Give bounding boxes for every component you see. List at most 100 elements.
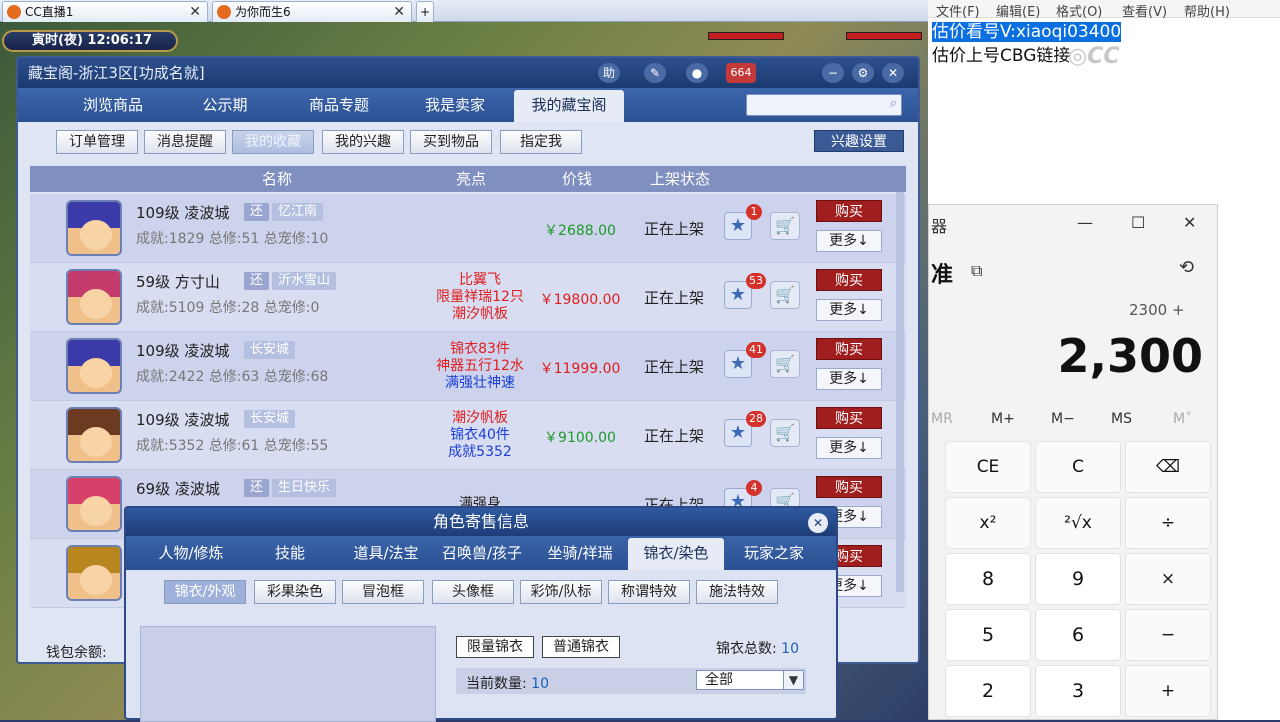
chevron-down-icon: ▼: [783, 671, 803, 689]
search-input[interactable]: ⌕: [746, 94, 902, 116]
help-button[interactable]: 助: [598, 63, 620, 83]
cart-icon[interactable]: 🛒: [770, 350, 800, 378]
plus-button[interactable]: +: [1125, 665, 1211, 717]
scrollbar[interactable]: [896, 192, 904, 592]
more-button[interactable]: 更多↓: [816, 230, 882, 252]
edit-icon[interactable]: ✎: [644, 63, 666, 83]
subtab-title-effect[interactable]: 称谓特效: [608, 580, 690, 604]
my-favorites-button[interactable]: 我的收藏: [232, 130, 314, 154]
minus-button[interactable]: −: [1125, 609, 1211, 661]
settings-icon[interactable]: ⚙: [852, 63, 874, 83]
subtab-dye[interactable]: 彩果染色: [254, 580, 336, 604]
history-icon[interactable]: ⟲: [1179, 257, 1194, 278]
buy-button[interactable]: 购买: [816, 269, 882, 291]
memory-list-button[interactable]: M˅: [1173, 411, 1192, 427]
tab-browse[interactable]: 浏览商品: [58, 90, 168, 122]
buy-button[interactable]: 购买: [816, 476, 882, 498]
listing-status: 正在上架: [644, 289, 705, 307]
my-interests-button[interactable]: 我的兴趣: [322, 130, 404, 154]
digit-9-button[interactable]: 9: [1035, 553, 1121, 605]
table-row[interactable]: 109级 凌波城还忆江南 成就:1829 总修:51 总宠修:10 ￥2688.00…: [30, 194, 906, 263]
message-count-badge[interactable]: 664: [726, 63, 756, 83]
digit-5-button[interactable]: 5: [945, 609, 1031, 661]
memory-recall-button[interactable]: MR: [931, 411, 953, 427]
subtab-avatar-frame[interactable]: 头像框: [432, 580, 514, 604]
close-icon[interactable]: ✕: [1183, 213, 1196, 232]
maximize-icon[interactable]: ☐: [1131, 213, 1145, 232]
record-icon[interactable]: ●: [686, 63, 708, 83]
subtab-team-badge[interactable]: 彩饰/队标: [520, 580, 602, 604]
character-avatar: [66, 269, 122, 325]
divide-button[interactable]: ÷: [1125, 497, 1211, 549]
memory-subtract-button[interactable]: M−: [1051, 411, 1075, 427]
bought-items-button[interactable]: 买到物品: [410, 130, 492, 154]
tab-outfits[interactable]: 锦衣/染色: [628, 538, 724, 570]
tab-pets[interactable]: 召唤兽/孩子: [432, 538, 532, 570]
minimize-icon[interactable]: −: [822, 63, 844, 83]
normal-outfit-button[interactable]: 普通锦衣: [542, 636, 620, 658]
app-icon: [217, 5, 231, 19]
close-icon[interactable]: ✕: [882, 63, 904, 83]
limited-outfit-button[interactable]: 限量锦衣: [456, 636, 534, 658]
outfit-filter-select[interactable]: 全部 ▼: [696, 670, 804, 690]
subtab-outfit-appearance[interactable]: 锦衣/外观: [164, 580, 246, 604]
tab-character[interactable]: 人物/修炼: [136, 538, 246, 570]
tab-public[interactable]: 公示期: [170, 90, 280, 122]
cart-icon[interactable]: 🛒: [770, 419, 800, 447]
root-button[interactable]: ²√x: [1035, 497, 1121, 549]
digit-3-button[interactable]: 3: [1035, 665, 1121, 717]
designated-me-button[interactable]: 指定我: [500, 130, 582, 154]
menu-help[interactable]: 帮助(H): [1184, 1, 1230, 20]
table-row[interactable]: 109级 凌波城 长安城 成就:2422 总修:63 总宠修:68 锦衣83件 神器五行…: [30, 332, 906, 401]
message-reminder-button[interactable]: 消息提醒: [144, 130, 226, 154]
order-management-button[interactable]: 订单管理: [56, 130, 138, 154]
buy-button[interactable]: 购买: [816, 200, 882, 222]
more-button[interactable]: 更多↓: [816, 368, 882, 390]
tab-items[interactable]: 道具/法宝: [336, 538, 436, 570]
tab-player-home[interactable]: 玩家之家: [726, 538, 822, 570]
square-button[interactable]: x²: [945, 497, 1031, 549]
cart-icon[interactable]: 🛒: [770, 212, 800, 240]
clear-entry-button[interactable]: CE: [945, 441, 1031, 493]
menu-file[interactable]: 文件(F): [936, 1, 980, 20]
close-icon[interactable]: ✕: [808, 513, 828, 533]
menu-format[interactable]: 格式(O): [1056, 1, 1102, 20]
new-tab-button[interactable]: +: [416, 1, 434, 22]
browser-tab-born-for-you[interactable]: 为你而生6 ✕: [212, 1, 412, 22]
digit-6-button[interactable]: 6: [1035, 609, 1121, 661]
multiply-button[interactable]: ×: [1125, 553, 1211, 605]
digit-8-button[interactable]: 8: [945, 553, 1031, 605]
close-tab-icon[interactable]: ✕: [393, 2, 405, 22]
menu-edit[interactable]: 编辑(E): [996, 1, 1040, 20]
current-value: 10: [531, 676, 549, 692]
tab-skills[interactable]: 技能: [246, 538, 334, 570]
tab-seller[interactable]: 我是卖家: [400, 90, 510, 122]
minimize-icon[interactable]: —: [1077, 213, 1093, 232]
table-header: 名称 亮点 价钱 上架状态: [30, 166, 906, 192]
clear-button[interactable]: C: [1035, 441, 1121, 493]
tab-mounts[interactable]: 坐骑/祥瑞: [532, 538, 628, 570]
browser-tab-cc-live[interactable]: CC直播1 ✕: [2, 1, 208, 22]
table-row[interactable]: 109级 凌波城 长安城 成就:5352 总修:61 总宠修:55 潮汐帆板 锦衣40件…: [30, 401, 906, 470]
cart-icon[interactable]: 🛒: [770, 281, 800, 309]
more-button[interactable]: 更多↓: [816, 299, 882, 321]
tab-topics[interactable]: 商品专题: [284, 90, 394, 122]
keep-on-top-icon[interactable]: ⧉: [971, 261, 982, 281]
subtab-cast-effect[interactable]: 施法特效: [696, 580, 778, 604]
subtab-bubble-frame[interactable]: 冒泡框: [342, 580, 424, 604]
close-tab-icon[interactable]: ✕: [189, 2, 201, 22]
more-button[interactable]: 更多↓: [816, 437, 882, 459]
interest-settings-button[interactable]: 兴趣设置: [814, 130, 904, 152]
character-level-school: 109级 凌波城: [136, 342, 230, 360]
buy-button[interactable]: 购买: [816, 407, 882, 429]
digit-2-button[interactable]: 2: [945, 665, 1031, 717]
backspace-button[interactable]: ⌫: [1125, 441, 1211, 493]
table-row[interactable]: 59级 方寸山 还沂水雪山 成就:5109 总修:28 总宠修:0 比翼飞 限量祥瑞12…: [30, 263, 906, 332]
calculator-mode[interactable]: 准: [931, 257, 953, 289]
buy-button[interactable]: 购买: [816, 338, 882, 360]
menu-view[interactable]: 查看(V): [1122, 1, 1167, 20]
memory-add-button[interactable]: M+: [991, 411, 1015, 427]
tab-my-pavilion[interactable]: 我的藏宝阁: [514, 90, 624, 122]
character-avatar: [66, 476, 122, 532]
memory-store-button[interactable]: MS: [1111, 411, 1132, 427]
